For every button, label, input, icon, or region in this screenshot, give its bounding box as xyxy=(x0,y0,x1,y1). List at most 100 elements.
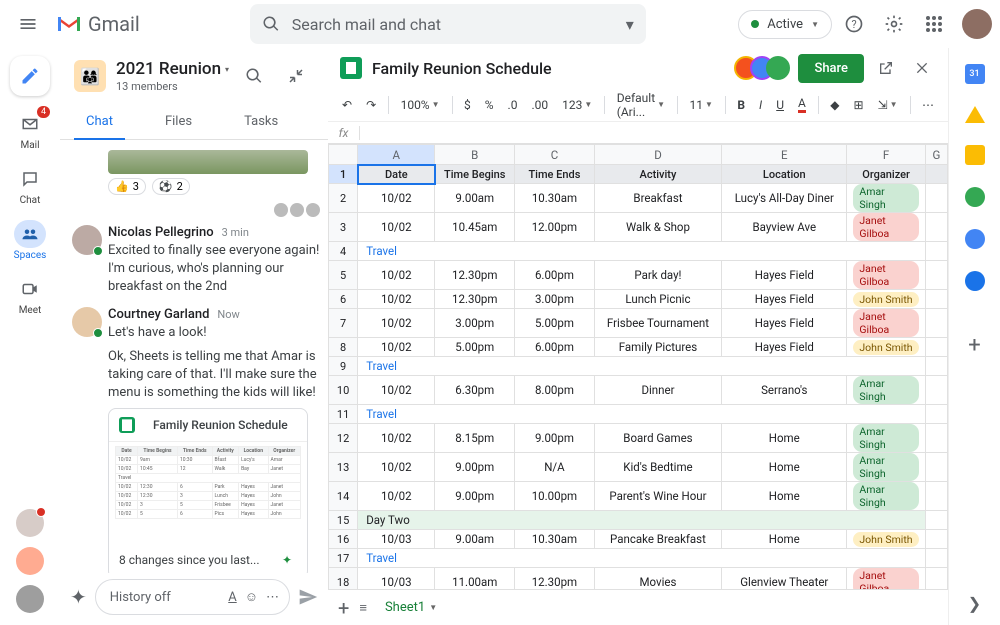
search-input[interactable]: Search mail and chat ▾ xyxy=(250,4,646,44)
cell[interactable]: 9.00am xyxy=(435,184,515,213)
cell[interactable]: Home xyxy=(722,453,847,482)
cell[interactable]: Amar Singh xyxy=(847,184,925,213)
calendar-addon[interactable] xyxy=(965,64,985,84)
nav-mail[interactable]: 4 Mail xyxy=(6,110,54,151)
more-toolbar-button[interactable]: ⋯ xyxy=(916,94,940,116)
cell[interactable]: Frisbee Tournament xyxy=(594,309,721,338)
row-header[interactable]: 16 xyxy=(329,530,358,549)
cell[interactable]: Home xyxy=(722,424,847,453)
header-cell[interactable]: Organizer xyxy=(847,165,925,184)
cell[interactable]: 10.00pm xyxy=(515,482,595,511)
cell[interactable]: Janet Gilboa xyxy=(847,261,925,290)
add-sheet-button[interactable]: + xyxy=(338,596,349,620)
cell[interactable]: Pancake Breakfast xyxy=(594,530,721,549)
tasks-addon[interactable] xyxy=(965,229,985,249)
cell[interactable]: 10/02 xyxy=(358,290,435,309)
compose-button[interactable] xyxy=(10,56,50,96)
cell[interactable]: Hayes Field xyxy=(722,290,847,309)
cell[interactable]: 10/03 xyxy=(358,530,435,549)
row-header[interactable]: 11 xyxy=(329,405,358,424)
cell[interactable]: N/A xyxy=(515,453,595,482)
chat-image-attachment[interactable] xyxy=(108,150,308,174)
emoji-icon[interactable]: ☺ xyxy=(245,589,258,605)
cell[interactable]: Amar Singh xyxy=(847,453,925,482)
cell[interactable]: Family Pictures xyxy=(594,338,721,357)
cell[interactable]: 9.00pm xyxy=(435,482,515,511)
cell[interactable]: 8.00pm xyxy=(515,376,595,405)
header-cell[interactable]: Date xyxy=(358,165,435,184)
cell[interactable]: 6.30pm xyxy=(435,376,515,405)
row-header[interactable]: 2 xyxy=(329,184,358,213)
open-new-icon[interactable] xyxy=(872,54,900,82)
compose-input[interactable]: History off A ☺ ⋯ xyxy=(95,579,290,615)
cell[interactable]: Travel xyxy=(358,242,926,261)
more-icon[interactable]: ⋯ xyxy=(266,590,279,605)
undo-button[interactable]: ↶ xyxy=(336,94,358,116)
currency-button[interactable]: $ xyxy=(458,94,477,116)
collapse-rail-button[interactable]: ❯ xyxy=(968,594,981,613)
cell[interactable]: 10/02 xyxy=(358,184,435,213)
cell[interactable]: 10/02 xyxy=(358,482,435,511)
search-options-icon[interactable]: ▾ xyxy=(626,15,634,34)
cell[interactable]: Janet Gilboa xyxy=(847,309,925,338)
dm-avatar[interactable] xyxy=(16,585,44,613)
format-select[interactable]: 123▼ xyxy=(556,94,598,116)
cell[interactable]: 10/02 xyxy=(358,213,435,242)
cell[interactable]: 3.00pm xyxy=(515,290,595,309)
cell[interactable]: Janet Gilboa xyxy=(847,213,925,242)
cell[interactable]: 12.30pm xyxy=(435,261,515,290)
cell[interactable]: 10/02 xyxy=(358,424,435,453)
contacts-addon[interactable] xyxy=(965,271,985,291)
cell[interactable]: Travel xyxy=(358,357,926,376)
borders-button[interactable]: ⊞ xyxy=(848,94,870,116)
cell[interactable]: Amar Singh xyxy=(847,376,925,405)
row-header[interactable]: 15 xyxy=(329,511,358,530)
cell[interactable]: Bayview Ave xyxy=(722,213,847,242)
nav-spaces[interactable]: Spaces xyxy=(6,220,54,261)
header-cell[interactable]: Activity xyxy=(594,165,721,184)
fontsize-select[interactable]: 11 ▼ xyxy=(684,94,719,116)
textcolor-button[interactable]: A xyxy=(792,92,812,117)
cell[interactable]: Hayes Field xyxy=(722,261,847,290)
cell[interactable]: Dinner xyxy=(594,376,721,405)
dm-avatar[interactable] xyxy=(16,547,44,575)
cell[interactable]: 12.30pm xyxy=(435,290,515,309)
cell[interactable]: Board Games xyxy=(594,424,721,453)
row-header[interactable]: 4 xyxy=(329,242,358,261)
cell[interactable]: Hayes Field xyxy=(722,309,847,338)
cell[interactable]: John Smith xyxy=(847,338,925,357)
cell[interactable]: 6.00pm xyxy=(515,261,595,290)
add-button[interactable]: ✦ xyxy=(70,585,87,609)
underline-button[interactable]: U xyxy=(770,94,790,116)
cell[interactable]: 10/03 xyxy=(358,568,435,590)
drive-addon[interactable] xyxy=(965,106,985,123)
cell[interactable]: 9.00pm xyxy=(435,453,515,482)
cell[interactable]: 8.15pm xyxy=(435,424,515,453)
cell[interactable]: Walk & Shop xyxy=(594,213,721,242)
zoom-select[interactable]: 100% ▼ xyxy=(395,94,446,116)
cell[interactable]: Glenview Theater xyxy=(722,568,847,590)
percent-button[interactable]: % xyxy=(479,94,500,116)
header-cell[interactable]: Location xyxy=(722,165,847,184)
row-header[interactable]: 14 xyxy=(329,482,358,511)
column-header[interactable]: D xyxy=(594,145,721,165)
format-icon[interactable]: A xyxy=(228,590,236,605)
tab-chat[interactable]: Chat xyxy=(74,106,125,139)
cell[interactable]: 6.00pm xyxy=(515,338,595,357)
row-header[interactable]: 8 xyxy=(329,338,358,357)
cell[interactable]: 10.45am xyxy=(435,213,515,242)
cell[interactable]: Travel xyxy=(358,405,926,424)
account-avatar[interactable] xyxy=(962,9,992,39)
cell[interactable]: 5.00pm xyxy=(515,309,595,338)
keep-addon[interactable] xyxy=(965,145,985,165)
cell[interactable]: Travel xyxy=(358,549,926,568)
cell[interactable]: Movies xyxy=(594,568,721,590)
cell[interactable]: 9.00am xyxy=(435,530,515,549)
get-addons-button[interactable]: + xyxy=(968,333,980,358)
cell[interactable]: 9.00pm xyxy=(515,424,595,453)
reaction-chip[interactable]: 👍3 xyxy=(108,178,146,195)
merge-button[interactable]: ⇲ ▼ xyxy=(872,94,904,116)
main-menu-button[interactable] xyxy=(8,4,48,44)
cell[interactable]: 10/02 xyxy=(358,453,435,482)
cell[interactable]: Lunch Picnic xyxy=(594,290,721,309)
